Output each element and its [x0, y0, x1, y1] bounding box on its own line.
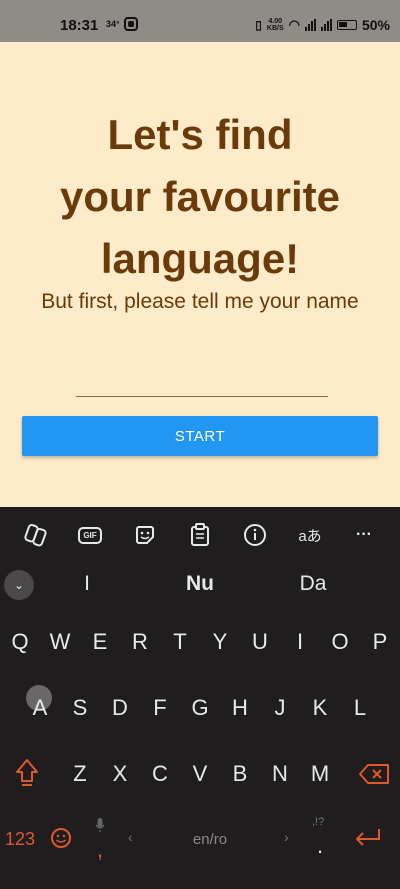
subtitle: But first, please tell me your name: [41, 290, 359, 313]
key-b[interactable]: B: [233, 761, 248, 787]
cursor-left-icon: ‹: [128, 829, 133, 845]
enter-icon[interactable]: [353, 827, 383, 855]
name-input[interactable]: [76, 374, 328, 397]
headline-line-2: your favourite: [59, 173, 341, 220]
key-x[interactable]: X: [113, 761, 128, 787]
translate-icon[interactable]: aあ: [296, 521, 324, 549]
mic-icon: [95, 813, 105, 839]
headline-line-1: Let's find: [107, 111, 293, 158]
status-icons: ▯ 4.00 KB/S ◠ 50%: [255, 17, 390, 33]
clock: 18:31: [60, 17, 99, 34]
period-key[interactable]: .: [317, 833, 323, 859]
headline: Let's find your favourite language!: [0, 104, 400, 290]
status-bar: 18:31 34° ▯ 4.00 KB/S ◠ 50%: [0, 0, 400, 42]
key-k[interactable]: K: [313, 695, 328, 721]
copilot-icon[interactable]: [22, 521, 50, 549]
shift-icon[interactable]: [14, 757, 40, 793]
key-p[interactable]: P: [373, 629, 388, 655]
key-a[interactable]: A: [33, 695, 48, 721]
temperature: 34°: [106, 19, 120, 29]
signal-icon-2: [320, 19, 332, 31]
punctuation-hint: ,!?: [312, 816, 325, 828]
suggestion-bar: ⌄ I Nu Da: [0, 562, 400, 606]
key-h[interactable]: H: [232, 695, 248, 721]
collapse-icon[interactable]: ⌄: [4, 570, 34, 600]
clipboard-icon[interactable]: [186, 521, 214, 549]
vibrate-icon: ▯: [255, 18, 262, 32]
keyboard-toolbar: GIF aあ ···: [0, 517, 400, 553]
key-m[interactable]: M: [311, 761, 329, 787]
key-n[interactable]: N: [272, 761, 288, 787]
key-g[interactable]: G: [191, 695, 208, 721]
notification-app-icon: [124, 17, 138, 31]
key-r[interactable]: R: [132, 629, 148, 655]
key-u[interactable]: U: [252, 629, 268, 655]
key-s[interactable]: S: [73, 695, 88, 721]
suggestion-2[interactable]: Nu: [186, 572, 214, 596]
key-l[interactable]: L: [354, 695, 366, 721]
key-t[interactable]: T: [173, 629, 186, 655]
emoji-icon[interactable]: [50, 827, 72, 855]
space-key[interactable]: en/ro: [193, 831, 227, 848]
key-j[interactable]: J: [275, 695, 286, 721]
wifi-icon: ◠: [288, 17, 300, 32]
key-w[interactable]: W: [50, 629, 71, 655]
more-icon[interactable]: ···: [350, 521, 378, 549]
signal-icon: [304, 19, 316, 31]
battery-icon: [336, 20, 357, 30]
app-screen: Let's find your favourite language! But …: [0, 42, 400, 507]
key-z[interactable]: Z: [73, 761, 86, 787]
key-e[interactable]: E: [93, 629, 108, 655]
key-q[interactable]: Q: [11, 629, 28, 655]
suggestion-3[interactable]: Da: [300, 572, 327, 596]
keyboard: GIF aあ ··· ⌄ I Nu Da Q W E R T Y U I O P…: [0, 507, 400, 889]
key-v[interactable]: V: [193, 761, 208, 787]
key-d[interactable]: D: [112, 695, 128, 721]
key-c[interactable]: C: [152, 761, 168, 787]
key-f[interactable]: F: [153, 695, 166, 721]
network-speed: 4.00 KB/S: [266, 18, 284, 32]
cursor-right-icon: ›: [284, 829, 289, 845]
key-y[interactable]: Y: [213, 629, 228, 655]
headline-line-3: language!: [100, 235, 300, 282]
numbers-key[interactable]: 123: [5, 829, 35, 850]
gif-icon[interactable]: GIF: [76, 521, 104, 549]
sticker-icon[interactable]: [131, 521, 159, 549]
key-i[interactable]: I: [297, 629, 303, 655]
backspace-icon[interactable]: [358, 763, 390, 791]
battery-percent: 50%: [361, 17, 390, 33]
suggestion-1[interactable]: I: [84, 572, 90, 596]
key-o[interactable]: O: [331, 629, 348, 655]
comma-key[interactable]: ,: [97, 837, 103, 863]
info-icon[interactable]: [241, 521, 269, 549]
start-button[interactable]: START: [22, 416, 378, 456]
